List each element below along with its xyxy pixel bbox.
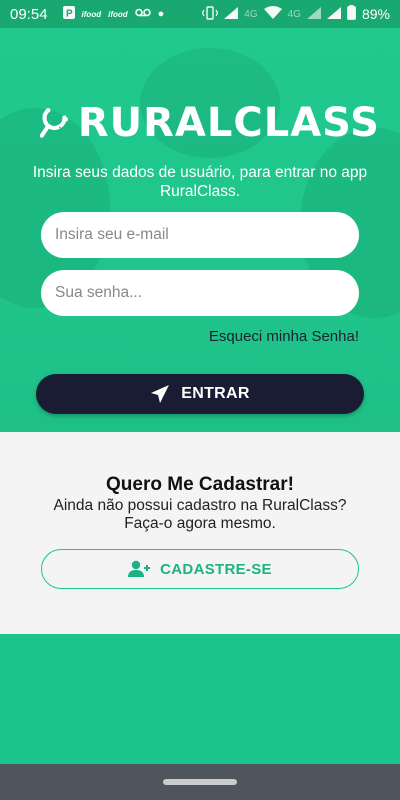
enter-button[interactable]: ENTRAR <box>36 374 364 414</box>
ifood-icon: ifood <box>108 9 128 19</box>
email-input[interactable] <box>41 212 359 258</box>
system-nav-bar <box>0 764 400 800</box>
user-plus-icon <box>128 560 151 577</box>
app-logo: RURALCLASS <box>40 78 380 168</box>
signup-button-label: CADASTRE-SE <box>160 560 272 578</box>
status-bar-right: 4G 4G 89% <box>202 5 390 23</box>
home-gesture-handle[interactable] <box>163 779 237 785</box>
network-type-label: 4G <box>244 8 258 20</box>
signal-icon <box>306 6 321 22</box>
horseshoe-search-icon <box>40 108 69 138</box>
signal-icon <box>224 6 239 22</box>
signup-text-line1: Ainda não possui cadastro na RuralClass? <box>53 497 347 514</box>
signup-section: Quero Me Cadastrar! Ainda não possui cad… <box>0 432 400 634</box>
dot-icon: ● <box>157 8 165 20</box>
signup-title: Quero Me Cadastrar! <box>106 474 294 495</box>
login-intro-text: Insira seus dados de usuário, para entra… <box>32 164 368 200</box>
battery-icon <box>347 5 356 23</box>
enter-button-label: ENTRAR <box>181 385 250 402</box>
password-input[interactable] <box>41 270 359 316</box>
status-time: 09:54 <box>10 5 48 23</box>
bottom-background <box>0 634 400 764</box>
vibrate-icon <box>202 5 219 23</box>
parking-icon: P <box>62 6 75 22</box>
app-name: RURALCLASS <box>77 100 380 146</box>
svg-text:P: P <box>66 9 73 20</box>
wifi-icon <box>263 6 282 22</box>
signup-button[interactable]: CADASTRE-SE <box>41 549 359 589</box>
status-bar-left: 09:54 P ifood ifood ● <box>10 6 164 23</box>
send-icon <box>151 385 170 403</box>
login-hero: RURALCLASS Insira seus dados de usuário,… <box>0 28 400 432</box>
signup-text-line2: Faça-o agora mesmo. <box>124 515 276 532</box>
forgot-password-link[interactable]: Esqueci minha Senha! <box>209 328 359 345</box>
voicemail-icon <box>134 8 151 20</box>
status-bar: 09:54 P ifood ifood ● 4G 4G 89% <box>0 0 400 28</box>
ifood-icon: ifood <box>81 9 102 19</box>
network-type-label: 4G <box>287 8 301 20</box>
battery-percent: 89% <box>361 6 390 22</box>
signal-icon <box>326 6 341 22</box>
